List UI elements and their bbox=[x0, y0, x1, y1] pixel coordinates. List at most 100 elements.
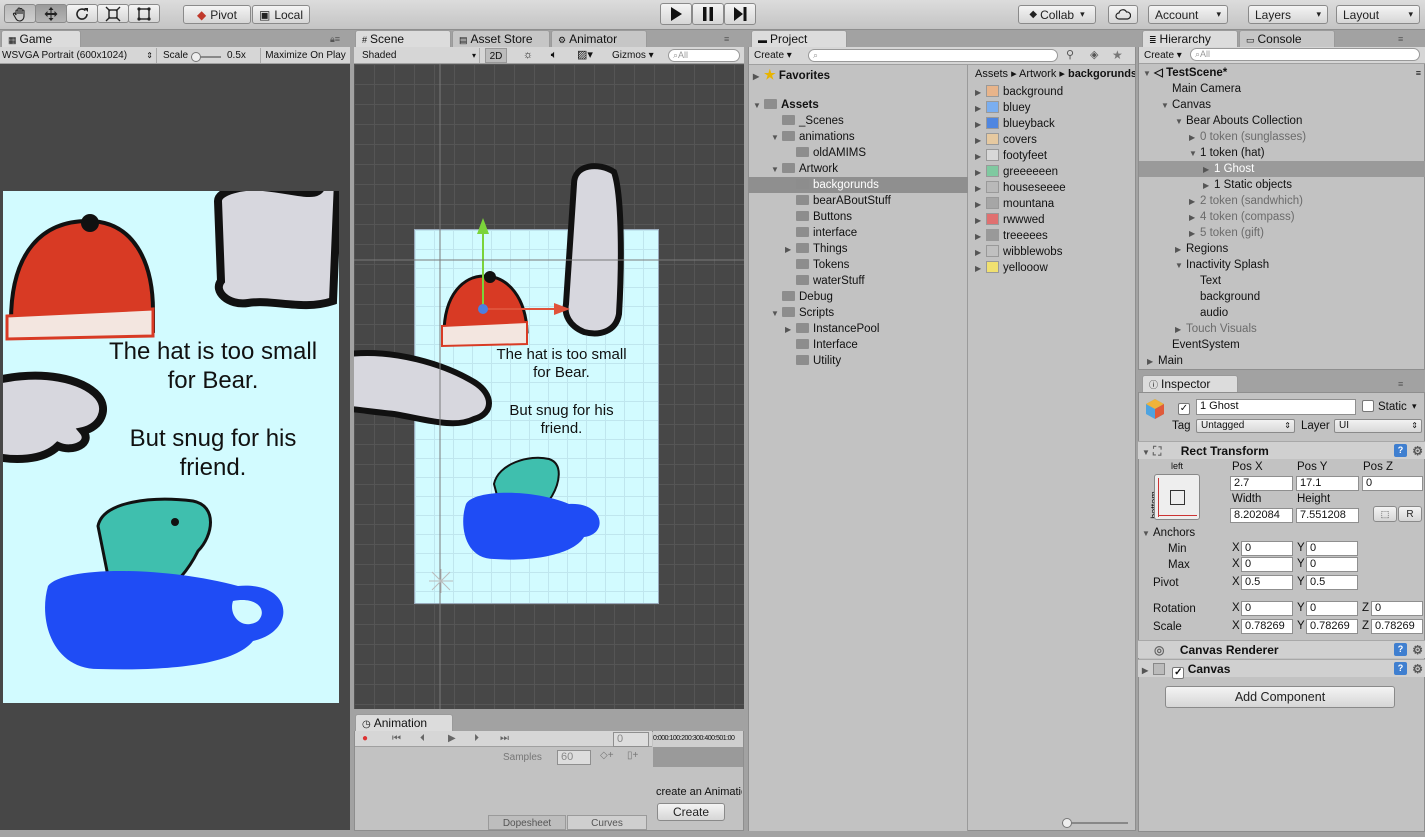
project-create-dropdown[interactable]: Create ▾ bbox=[754, 49, 792, 63]
breadcrumb-item[interactable]: Artwork bbox=[1019, 68, 1056, 80]
scale-slider[interactable] bbox=[191, 52, 221, 62]
tab-project[interactable]: ▬ Project bbox=[751, 30, 847, 48]
pos-x-field[interactable]: 2.7 bbox=[1230, 476, 1293, 491]
help-icon[interactable]: ? bbox=[1394, 662, 1407, 675]
project-folder-row[interactable]: ▼ animations bbox=[749, 129, 968, 145]
project-folder-row[interactable]: oldAMIMS bbox=[749, 145, 968, 161]
icon-size-slider[interactable] bbox=[1062, 818, 1128, 828]
rotate-tool-button[interactable] bbox=[66, 4, 98, 23]
pivot-button[interactable]: ◆ Pivot bbox=[183, 5, 251, 24]
add-component-button[interactable]: Add Component bbox=[1165, 686, 1395, 708]
play-anim-button[interactable]: ▶ bbox=[448, 733, 456, 744]
project-folder-row[interactable]: Buttons bbox=[749, 209, 968, 225]
static-dropdown-arrow[interactable]: ▾ bbox=[1412, 401, 1417, 412]
layer-dropdown[interactable]: UI ⇕ bbox=[1334, 419, 1422, 433]
hierarchy-item[interactable]: ▶ Touch Visuals bbox=[1139, 321, 1425, 337]
project-file-row[interactable]: ▶ covers bbox=[975, 132, 1135, 148]
add-event-icon[interactable]: ▯+ bbox=[627, 750, 638, 761]
dopesheet-tab[interactable]: Dopesheet bbox=[488, 815, 566, 830]
hierarchy-item[interactable]: ▶ 0 token (sunglasses) bbox=[1139, 129, 1425, 145]
collab-dropdown[interactable]: ◆ Collab bbox=[1018, 5, 1096, 24]
hierarchy-item[interactable]: ▶ 4 token (compass) bbox=[1139, 209, 1425, 225]
hierarchy-item[interactable]: background bbox=[1139, 289, 1425, 305]
scale-x-field[interactable]: 0.78269 bbox=[1241, 619, 1293, 634]
gear-icon[interactable]: ⚙ bbox=[1412, 442, 1423, 460]
project-file-row[interactable]: ▶ background bbox=[975, 84, 1135, 100]
scale-y-field[interactable]: 0.78269 bbox=[1306, 619, 1358, 634]
project-folder-row[interactable]: Interface bbox=[749, 337, 968, 353]
frame-field[interactable]: 0 bbox=[613, 732, 649, 747]
project-folder-row[interactable]: _Scenes bbox=[749, 113, 968, 129]
audio-icon[interactable]: 🔈︎ bbox=[543, 48, 565, 63]
project-folder-row[interactable]: waterStuff bbox=[749, 273, 968, 289]
last-key-button[interactable]: ⏭ bbox=[500, 733, 509, 744]
tab-animation[interactable]: ◷ Animation bbox=[355, 714, 453, 732]
hierarchy-item[interactable]: ▶ Main bbox=[1139, 353, 1425, 369]
pos-y-field[interactable]: 17.1 bbox=[1296, 476, 1359, 491]
hierarchy-create-dropdown[interactable]: Create ▾ bbox=[1144, 49, 1182, 62]
curves-tab[interactable]: Curves bbox=[567, 815, 647, 830]
hierarchy-item[interactable]: EventSystem bbox=[1139, 337, 1425, 353]
shading-dropdown[interactable]: Shaded ▾ bbox=[362, 48, 480, 63]
hierarchy-item[interactable]: ▼ 1 token (hat) bbox=[1139, 145, 1425, 161]
breadcrumb-item[interactable]: backgorunds bbox=[1068, 68, 1135, 80]
effects-icon[interactable]: ▨▾ bbox=[570, 48, 600, 63]
project-folder-row[interactable]: bearABoutStuff bbox=[749, 193, 968, 209]
scene-search-input[interactable]: ⌕All bbox=[668, 49, 740, 62]
anchor-max-y-field[interactable]: 0 bbox=[1306, 557, 1358, 572]
pivot-x-field[interactable]: 0.5 bbox=[1241, 575, 1293, 590]
height-field[interactable]: 7.551208 bbox=[1296, 508, 1359, 523]
pivot-y-field[interactable]: 0.5 bbox=[1306, 575, 1358, 590]
hierarchy-item[interactable]: ▼ Bear Abouts Collection bbox=[1139, 113, 1425, 129]
raw-edit-button[interactable]: R bbox=[1398, 506, 1422, 522]
project-folder-row[interactable]: ▼ Artwork bbox=[749, 161, 968, 177]
hierarchy-item[interactable]: ▶ Regions bbox=[1139, 241, 1425, 257]
hierarchy-menu-icon[interactable]: ≡ bbox=[1398, 34, 1403, 44]
project-folder-row[interactable]: interface bbox=[749, 225, 968, 241]
scale-z-field[interactable]: 0.78269 bbox=[1371, 619, 1423, 634]
tag-dropdown[interactable]: Untagged ⇕ bbox=[1196, 419, 1295, 433]
record-button[interactable]: ● bbox=[362, 733, 368, 744]
favorite-star-icon[interactable]: ★ bbox=[1112, 48, 1123, 62]
move-tool-button[interactable] bbox=[35, 4, 67, 23]
project-file-row[interactable]: ▶ houseseeee bbox=[975, 180, 1135, 196]
layout-dropdown[interactable]: Layout bbox=[1336, 5, 1420, 24]
first-key-button[interactable]: ⏮ bbox=[392, 733, 401, 744]
samples-field[interactable]: 60 bbox=[557, 750, 591, 765]
hierarchy-item[interactable]: ▶ 1 Static objects bbox=[1139, 177, 1425, 193]
project-folder-row[interactable]: backgorunds bbox=[749, 177, 968, 193]
project-file-row[interactable]: ▶ bluey bbox=[975, 100, 1135, 116]
hierarchy-item[interactable]: Text bbox=[1139, 273, 1425, 289]
hierarchy-item[interactable]: ▶ 5 token (gift) bbox=[1139, 225, 1425, 241]
scale-tool-button[interactable] bbox=[97, 4, 129, 23]
gizmos-dropdown[interactable]: Gizmos ▾ bbox=[612, 48, 662, 63]
tab-scene[interactable]: # Scene bbox=[355, 30, 451, 48]
scene-viewport[interactable]: The hat is too small for Bear. But snug … bbox=[354, 64, 744, 709]
scene-tab-menu-icon[interactable]: ≡ bbox=[724, 34, 729, 44]
blueprint-mode-button[interactable]: ⬚ bbox=[1373, 506, 1397, 522]
gear-icon[interactable]: ⚙ bbox=[1412, 660, 1423, 678]
project-folder-row[interactable]: Tokens bbox=[749, 257, 968, 273]
filter-type-icon[interactable]: ⚲ bbox=[1066, 48, 1074, 61]
create-animation-button[interactable]: Create bbox=[657, 803, 725, 821]
account-dropdown[interactable]: Account bbox=[1148, 5, 1228, 24]
pause-button[interactable] bbox=[692, 3, 724, 25]
tab-console[interactable]: ▭ Console bbox=[1239, 30, 1335, 48]
maximize-on-play-toggle[interactable]: Maximize On Play bbox=[260, 48, 350, 63]
project-file-row[interactable]: ▶ mountana bbox=[975, 196, 1135, 212]
next-key-button[interactable]: ⏵ bbox=[474, 733, 479, 744]
project-file-row[interactable]: ▶ treeeees bbox=[975, 228, 1135, 244]
anchor-presets-button[interactable] bbox=[1154, 474, 1200, 520]
rect-transform-header[interactable]: ▼ ⛶ Rect Transform ? ⚙ bbox=[1138, 441, 1425, 459]
hierarchy-item[interactable]: ▼ Canvas bbox=[1139, 97, 1425, 113]
filter-label-icon[interactable]: ◈ bbox=[1090, 48, 1098, 61]
project-folder-row[interactable]: ▼ Scripts bbox=[749, 305, 968, 321]
scene-root-row[interactable]: ▼ ◁ TestScene* ≡ bbox=[1143, 65, 1423, 81]
prev-key-button[interactable]: ⏴ bbox=[420, 733, 425, 744]
timeline-area[interactable] bbox=[653, 747, 743, 767]
project-file-row[interactable]: ▶ greeeeeen bbox=[975, 164, 1135, 180]
layers-dropdown[interactable]: Layers bbox=[1248, 5, 1328, 24]
project-file-row[interactable]: ▶ footyfeet bbox=[975, 148, 1135, 164]
gameobject-name-field[interactable]: 1 Ghost bbox=[1196, 399, 1356, 415]
play-button[interactable] bbox=[660, 3, 692, 25]
